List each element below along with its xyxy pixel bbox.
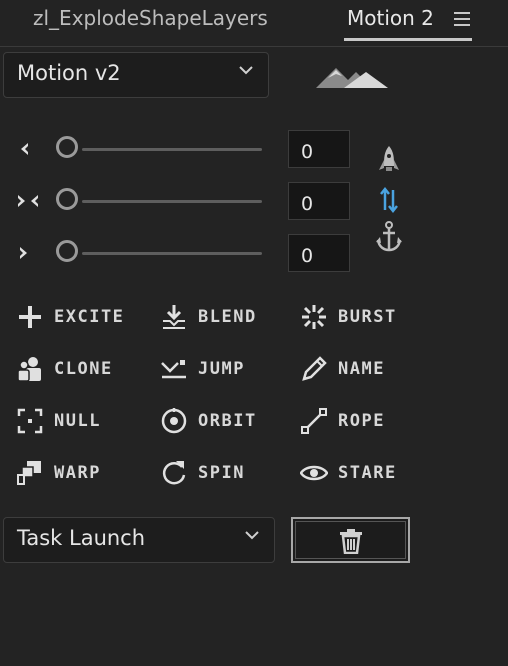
spin-button[interactable]: SPIN [160, 457, 295, 491]
chevron-right-icon [20, 247, 27, 259]
chevron-down-icon [245, 531, 259, 540]
trash-icon [340, 529, 362, 554]
excite-label: EXCITE [54, 307, 125, 327]
anchor-icon[interactable] [374, 220, 404, 254]
hamburger-menu-icon[interactable] [454, 12, 470, 26]
jump-button[interactable]: JUMP [160, 353, 295, 387]
orbit-button[interactable]: ORBIT [160, 405, 295, 439]
slider-row-in: 0 [0, 130, 508, 170]
panel-tabs: zl_ExplodeShapeLayers Motion 2 [0, 0, 508, 47]
tab-motion-2[interactable]: Motion 2 [347, 6, 434, 30]
slider-row-out: 0 [0, 234, 508, 274]
eye-icon [300, 465, 328, 481]
plus-icon [19, 306, 41, 328]
slider-knob[interactable] [56, 136, 78, 158]
stare-button[interactable]: STARE [300, 457, 435, 491]
slider-value-input[interactable]: 0 [288, 234, 350, 272]
delete-button[interactable] [291, 517, 410, 563]
clone-people-icon [17, 357, 41, 382]
rope-label: ROPE [338, 411, 385, 431]
warp-button[interactable]: WARP [16, 457, 151, 491]
rope-line-icon [301, 408, 327, 434]
tab-explode-shape-layers[interactable]: zl_ExplodeShapeLayers [33, 6, 268, 30]
active-tab-indicator [344, 38, 472, 41]
slider-track[interactable] [82, 252, 262, 255]
name-label: NAME [338, 359, 385, 379]
blend-label: BLEND [198, 307, 257, 327]
warp-label: WARP [54, 463, 101, 483]
slider-track[interactable] [82, 200, 262, 203]
slider-track[interactable] [82, 148, 262, 151]
rope-button[interactable]: ROPE [300, 405, 435, 439]
slider-value-input[interactable]: 0 [288, 182, 350, 220]
clone-button[interactable]: CLONE [16, 353, 151, 387]
orbit-label: ORBIT [198, 411, 257, 431]
pencil-icon [302, 356, 327, 381]
task-dropdown[interactable]: Task Launch [3, 517, 275, 563]
rocket-icon[interactable] [376, 144, 402, 178]
blend-download-icon [163, 305, 185, 329]
task-dropdown-value: Task Launch [17, 526, 146, 550]
slider-row-both: 0 [0, 182, 508, 222]
slider-knob[interactable] [56, 188, 78, 210]
null-target-icon [17, 408, 43, 434]
burst-label: BURST [338, 307, 397, 327]
blend-button[interactable]: BLEND [160, 301, 295, 335]
burst-icon [302, 305, 326, 329]
jump-label: JUMP [198, 359, 245, 379]
chevron-down-icon [239, 66, 253, 75]
warp-icon [17, 461, 41, 485]
excite-button[interactable]: EXCITE [16, 301, 151, 335]
orbit-icon [161, 408, 187, 434]
chevron-left-icon [21, 143, 28, 155]
spin-rotate-icon [162, 461, 186, 485]
preset-dropdown[interactable]: Motion v2 [3, 52, 269, 98]
null-label: NULL [54, 411, 101, 431]
spin-label: SPIN [198, 463, 245, 483]
clone-label: CLONE [54, 359, 113, 379]
stare-label: STARE [338, 463, 397, 483]
jump-icon [161, 360, 186, 379]
slider-value-input[interactable]: 0 [288, 130, 350, 168]
preset-dropdown-value: Motion v2 [17, 61, 121, 85]
null-button[interactable]: NULL [16, 405, 151, 439]
mountains-icon[interactable] [314, 64, 390, 90]
collapse-arrows-icon [18, 195, 38, 207]
name-button[interactable]: NAME [300, 353, 435, 387]
swap-vertical-icon[interactable] [378, 186, 400, 214]
slider-knob[interactable] [56, 240, 78, 262]
burst-button[interactable]: BURST [300, 301, 435, 335]
